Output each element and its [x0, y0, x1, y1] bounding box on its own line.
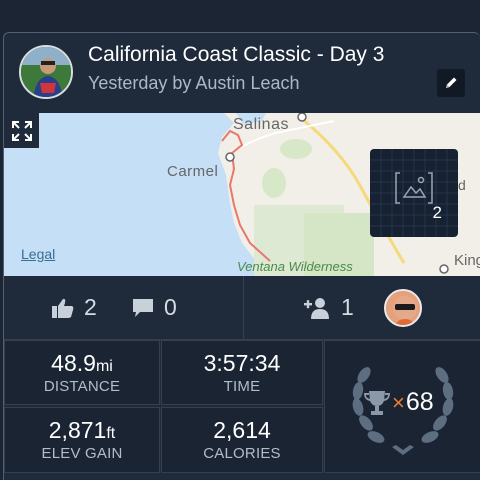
elev-gain-stat: 2,871ft ELEV GAIN: [4, 407, 160, 473]
social-bar: 2 0 1: [4, 276, 480, 340]
distance-stat: 48.9mi DISTANCE: [4, 340, 160, 405]
achievement-count: ×68: [392, 388, 434, 417]
comment-button[interactable]: 0: [131, 294, 177, 321]
map-label-partial: d: [458, 177, 466, 193]
image-icon: [395, 172, 433, 204]
map-label-ventana: Ventana Wilderness: [237, 259, 353, 274]
achievement-count-value: 68: [405, 388, 434, 416]
add-follower-button[interactable]: 1: [304, 294, 354, 321]
photos-button[interactable]: 2: [370, 149, 458, 237]
time-stat: 3:57:34 TIME: [161, 340, 323, 405]
map-label-salinas: Salinas: [233, 116, 289, 133]
distance-value: 48.9: [51, 350, 96, 376]
distance-unit: mi: [95, 358, 113, 375]
edit-button[interactable]: [437, 69, 465, 97]
activity-header: California Coast Classic - Day 3 Yesterd…: [4, 33, 480, 113]
add-user-icon: [304, 297, 329, 319]
route-map[interactable]: Salinas Carmel Ventana Wilderness King d…: [4, 113, 480, 276]
calories-value: 2,614: [213, 417, 271, 443]
elev-gain-value: 2,871: [48, 417, 107, 443]
achievements-button[interactable]: ×68: [324, 340, 480, 473]
photo-count: 2: [432, 203, 442, 222]
elev-gain-unit: ft: [106, 425, 116, 442]
calories-stat: 2,614 CALORIES: [161, 407, 323, 473]
activity-card[interactable]: California Coast Classic - Day 3 Yesterd…: [3, 32, 480, 480]
time-value: 3:57:34: [203, 350, 281, 376]
map-label-king: King: [454, 252, 480, 269]
pencil-icon: [446, 77, 457, 88]
kudos-button[interactable]: 2: [51, 294, 97, 321]
activity-subtitle: Yesterday by Austin Leach: [88, 73, 300, 93]
legal-link[interactable]: Legal: [21, 246, 55, 262]
comment-count: 0: [164, 294, 177, 320]
expand-map-button[interactable]: [4, 113, 39, 148]
athlete-avatar[interactable]: [19, 45, 73, 99]
top-bar: [0, 0, 480, 32]
multiplier-sign: ×: [392, 390, 405, 415]
time-label: TIME: [223, 378, 261, 395]
expand-icon: [11, 120, 32, 141]
follower-avatar[interactable]: [384, 289, 422, 327]
activity-title[interactable]: California Coast Classic - Day 3: [88, 43, 384, 67]
follower-count: 1: [341, 294, 354, 320]
elev-gain-label: ELEV GAIN: [41, 445, 123, 462]
social-divider: [243, 276, 244, 340]
map-label-carmel: Carmel: [167, 163, 219, 180]
calories-label: CALORIES: [203, 445, 281, 462]
comment-icon: [133, 298, 153, 317]
distance-label: DISTANCE: [43, 378, 121, 395]
trophy-icon: [364, 391, 390, 415]
kudos-count: 2: [84, 294, 97, 320]
thumbs-up-icon: [52, 298, 74, 318]
